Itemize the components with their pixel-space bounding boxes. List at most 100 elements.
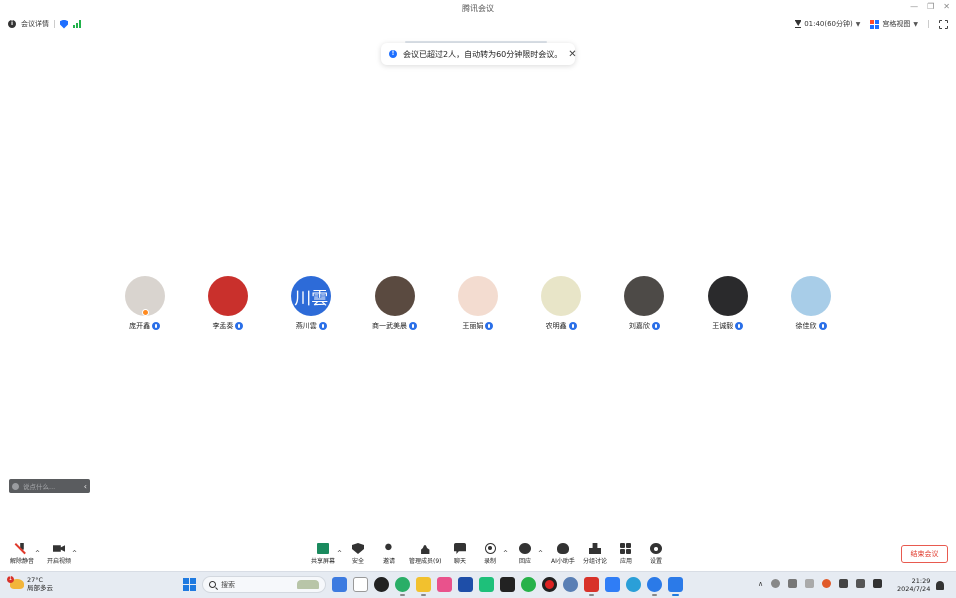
input-method-icon[interactable]	[788, 579, 798, 588]
unmute-button[interactable]: 解除静音	[10, 543, 34, 565]
wifi-icon[interactable]	[839, 579, 849, 588]
wechat-icon[interactable]	[395, 577, 410, 596]
invite-label: 邀请	[383, 558, 396, 565]
ai-assistant-label: AI小助手	[551, 558, 575, 565]
store-icon[interactable]	[458, 577, 473, 592]
ai-assistant-button[interactable]: AI小助手	[551, 543, 575, 565]
muted-mic-icon	[318, 322, 327, 330]
sogou-input-icon[interactable]	[822, 579, 832, 588]
network-signal-icon[interactable]	[73, 20, 81, 28]
record-button[interactable]: 录制	[484, 543, 496, 565]
participant-name-row: 王诚毅	[712, 321, 744, 331]
copilot-icon[interactable]	[332, 577, 347, 592]
participant-tile[interactable]: 王丽娟	[436, 276, 519, 331]
avatar-image	[707, 276, 748, 316]
toast-close-button[interactable]: ✕	[568, 49, 576, 60]
chat-button[interactable]: 聊天	[454, 543, 466, 565]
security-button[interactable]: 安全	[352, 543, 364, 565]
info-icon[interactable]: i	[8, 20, 16, 28]
participant-tile[interactable]: 农明鑫	[519, 276, 602, 331]
emoji-icon	[519, 543, 531, 554]
muted-mic-icon	[235, 322, 244, 330]
bilibili-icon[interactable]	[437, 577, 452, 592]
participant-name-row: 燕川雲	[296, 321, 327, 331]
collapse-chat-button[interactable]: ‹	[84, 482, 87, 491]
muted-mic-icon	[409, 322, 418, 330]
file-explorer-icon[interactable]	[416, 577, 431, 596]
taskbar-clock[interactable]: 21:29 2024/7/24	[897, 577, 930, 593]
muted-mic-icon	[568, 322, 577, 330]
breakout-rooms-button[interactable]: 分组讨论	[583, 543, 607, 565]
share-options-chevron-icon[interactable]: ^	[337, 550, 342, 557]
start-video-button[interactable]: 开启视频	[47, 543, 71, 565]
taskbar-search[interactable]: 搜索	[202, 576, 326, 593]
manage-members-button[interactable]: 管理成员(9)	[409, 543, 442, 565]
edge-icon[interactable]	[626, 577, 641, 592]
invite-button[interactable]: 邀请	[383, 543, 395, 565]
taskbar-apps: 搜索	[183, 576, 683, 596]
wps-icon[interactable]	[584, 577, 599, 596]
participant-name: 商一武美晨	[372, 322, 408, 330]
tencent-meeting-active-icon[interactable]	[668, 577, 683, 596]
volume-icon[interactable]	[856, 579, 866, 588]
apps-button[interactable]: 应用	[620, 543, 632, 565]
share-screen-button[interactable]: 共享屏幕	[311, 543, 335, 565]
search-highlight-image	[297, 580, 319, 589]
window-controls: — ❐ ✕	[910, 2, 950, 11]
security-shield-icon[interactable]	[60, 19, 68, 29]
fullscreen-icon[interactable]	[938, 18, 949, 30]
participant-tile[interactable]: 川雲燕川雲	[270, 276, 353, 331]
muted-mic-icon	[485, 322, 494, 330]
weather-description: 局部多云	[27, 584, 53, 592]
participant-tile[interactable]: 王诚毅	[686, 276, 769, 331]
participant-tile[interactable]: 刘嘉欣	[603, 276, 686, 331]
language-icon[interactable]	[805, 579, 815, 588]
wechat-work-icon[interactable]	[521, 577, 536, 592]
reactions-options-chevron-icon[interactable]: ^	[538, 550, 543, 557]
weather-widget[interactable]: 1 27°C 局部多云	[7, 576, 53, 592]
battery-icon[interactable]	[873, 579, 883, 588]
participant-name: 农明鑫	[545, 322, 567, 330]
manage-members-label: 管理成员(9)	[409, 558, 442, 565]
restore-button[interactable]: ❐	[927, 2, 934, 11]
audio-options-chevron-icon[interactable]: ^	[35, 550, 40, 557]
minimize-button[interactable]: —	[910, 2, 918, 11]
gear-icon	[650, 543, 662, 554]
mail-icon[interactable]	[479, 577, 494, 592]
close-window-button[interactable]: ✕	[943, 2, 950, 11]
onedrive-icon[interactable]	[771, 579, 781, 588]
search-label: 搜索	[221, 580, 235, 589]
video-options-chevron-icon[interactable]: ^	[72, 550, 77, 557]
muted-mic-icon	[651, 322, 660, 330]
participant-tile[interactable]: 李孟奏	[186, 276, 269, 331]
participant-tile[interactable]: 商一武美晨	[353, 276, 436, 331]
tencent-meeting-icon[interactable]	[647, 577, 662, 596]
view-mode-button[interactable]: 宫格视图 ▼	[870, 19, 918, 29]
settings-gear-app-icon[interactable]	[563, 577, 578, 592]
info-icon: !	[389, 50, 397, 58]
meeting-timer[interactable]: 01:40(60分钟) ▼	[795, 19, 860, 29]
end-meeting-button[interactable]: 结束会议	[901, 545, 948, 563]
participant-name: 燕川雲	[295, 322, 317, 330]
participant-name: 刘嘉欣	[628, 322, 650, 330]
participant-tile[interactable]: 徐佳欣	[769, 276, 852, 331]
settings-button[interactable]: 设置	[650, 543, 662, 565]
chat-input[interactable]: 说点什么... ‹	[9, 479, 90, 493]
typora-icon[interactable]	[500, 577, 515, 592]
task-view-icon[interactable]	[353, 577, 368, 592]
reactions-button[interactable]: 回应	[519, 543, 531, 565]
participant-name: 庞开鑫	[129, 322, 151, 330]
breakout-icon	[589, 543, 601, 554]
meeting-details-button[interactable]: 会议详情	[21, 19, 49, 29]
notification-bell-icon[interactable]	[936, 581, 944, 590]
weather-cloud-sun-icon: 1	[7, 576, 24, 589]
qq-icon[interactable]	[374, 577, 389, 592]
add-person-icon	[385, 543, 392, 551]
feishu-icon[interactable]	[605, 577, 620, 592]
tray-chevron-up-icon[interactable]: ∧	[758, 580, 763, 588]
windows-start-icon[interactable]	[183, 578, 196, 591]
recorder-icon[interactable]	[542, 577, 557, 592]
record-options-chevron-icon[interactable]: ^	[503, 550, 508, 557]
participant-tile[interactable]: 庞开鑫	[103, 276, 186, 331]
avatar: 川雲	[291, 276, 332, 316]
